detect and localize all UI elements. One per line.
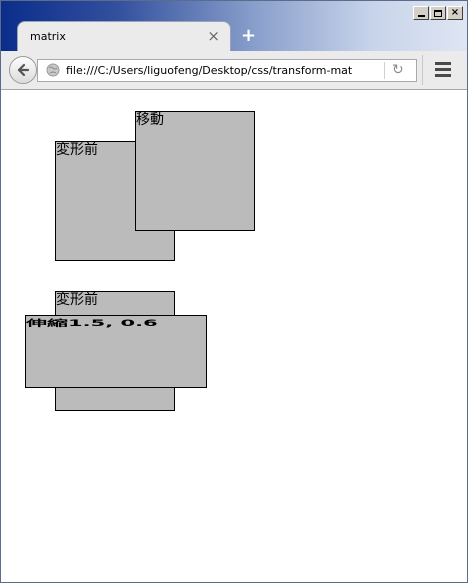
- page-content: 変形前 移動 変形前 伸縮1.5, 0.6: [1, 91, 467, 582]
- maximize-icon: [434, 9, 442, 17]
- navigation-toolbar: file:///C:/Users/liguofeng/Desktop/css/t…: [1, 51, 467, 90]
- hamburger-menu-icon[interactable]: [435, 62, 451, 77]
- translate-before-label: 変形前: [56, 142, 98, 158]
- scale-after-box: 伸縮1.5, 0.6: [25, 315, 207, 388]
- close-icon: ×: [450, 7, 460, 18]
- title-bar: × matrix × +: [1, 1, 467, 51]
- maximize-button[interactable]: [430, 6, 446, 20]
- close-window-button[interactable]: ×: [447, 6, 463, 20]
- url-bar[interactable]: file:///C:/Users/liguofeng/Desktop/css/t…: [37, 59, 417, 82]
- tab-matrix[interactable]: matrix ×: [17, 21, 231, 51]
- tab-title: matrix: [30, 30, 66, 43]
- back-button[interactable]: [9, 56, 37, 84]
- tab-close-icon[interactable]: ×: [207, 27, 220, 45]
- scale-before-label: 変形前: [56, 292, 98, 308]
- reload-icon[interactable]: ↻: [392, 62, 404, 78]
- browser-window: × matrix × + file:///C:/Users/liguofeng/…: [0, 0, 468, 583]
- url-divider: [384, 62, 385, 79]
- globe-icon: [46, 63, 60, 77]
- window-controls: ×: [412, 6, 463, 20]
- translate-after-box: 移動: [135, 111, 255, 231]
- minimize-icon: [417, 15, 425, 17]
- new-tab-button[interactable]: +: [241, 25, 256, 46]
- minimize-button[interactable]: [413, 6, 429, 20]
- toolbar-divider: [422, 55, 423, 85]
- back-arrow-icon: [17, 63, 30, 77]
- scale-after-label: 伸縮1.5, 0.6: [26, 319, 158, 329]
- url-text: file:///C:/Users/liguofeng/Desktop/css/t…: [66, 64, 353, 77]
- translate-after-label: 移動: [136, 112, 164, 128]
